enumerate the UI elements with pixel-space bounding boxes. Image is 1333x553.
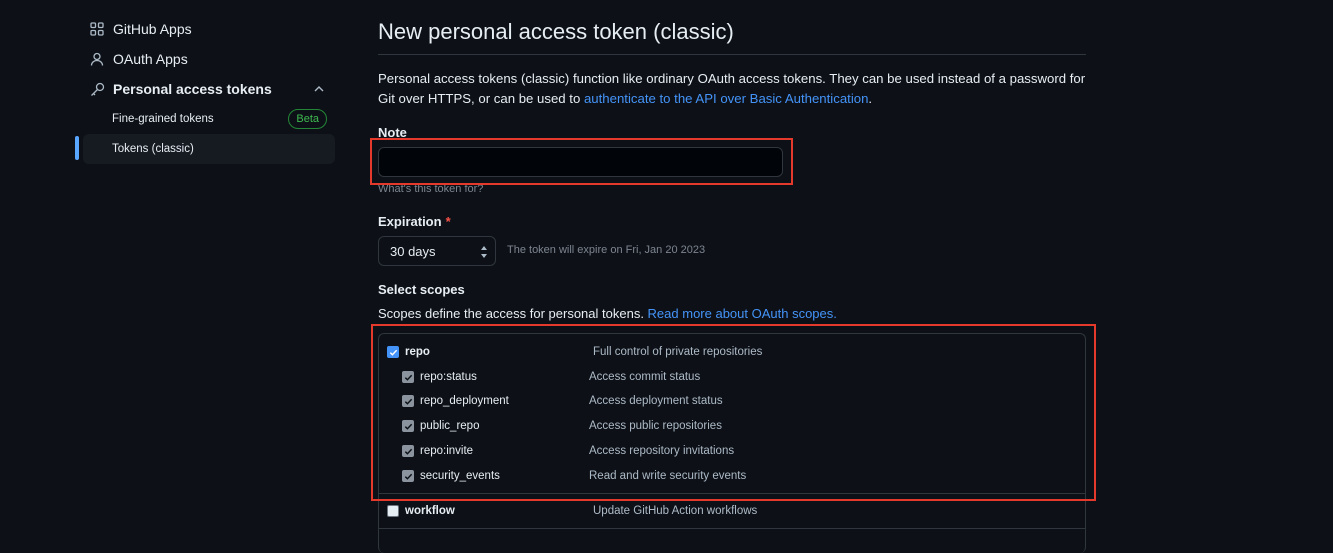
sidebar-item-oauth-apps[interactable]: OAuth Apps: [75, 44, 335, 74]
key-icon: [89, 81, 105, 97]
required-mark: *: [445, 214, 451, 229]
beta-badge: Beta: [288, 109, 327, 129]
sidebar-subitem-label: Fine-grained tokens: [112, 113, 214, 125]
scope-checkbox-workflow[interactable]: [387, 505, 399, 517]
title-divider: [378, 54, 1086, 55]
scopes-highlight-box: [371, 324, 1096, 501]
sidebar-item-label: Personal access tokens: [113, 81, 272, 97]
sidebar-item-personal-access-tokens[interactable]: Personal access tokens: [75, 74, 335, 104]
scope-description: Update GitHub Action workflows: [593, 505, 758, 517]
scopes-label: Select scopes: [378, 282, 465, 297]
expiration-label: Expiration *: [378, 214, 451, 229]
expiration-note: The token will expire on Fri, Jan 20 202…: [507, 244, 706, 256]
person-icon: [89, 51, 105, 67]
sidebar-item-label: GitHub Apps: [113, 21, 192, 37]
scope-name: workflow: [405, 505, 455, 517]
select-arrows-icon: [481, 246, 487, 258]
sidebar-subitem-tokens-classic[interactable]: Tokens (classic): [75, 134, 335, 164]
oauth-scopes-link[interactable]: Read more about OAuth scopes.: [648, 306, 837, 321]
active-indicator: [75, 136, 79, 160]
settings-sidebar: GitHub Apps OAuth Apps Personal access t…: [75, 14, 335, 164]
expiration-selected-value: 30 days: [390, 243, 436, 259]
sidebar-item-github-apps[interactable]: GitHub Apps: [75, 14, 335, 44]
note-highlight-box: [370, 138, 793, 185]
scopes-description-text: Scopes define the access for personal to…: [378, 306, 648, 321]
page-description: Personal access tokens (classic) functio…: [378, 69, 1086, 109]
expiration-label-text: Expiration: [378, 214, 442, 229]
scopes-description: Scopes define the access for personal to…: [378, 306, 837, 321]
chevron-up-icon[interactable]: [313, 83, 325, 95]
scope-divider: [379, 528, 1085, 529]
basic-auth-link[interactable]: authenticate to the API over Basic Authe…: [584, 91, 868, 106]
page-title: New personal access token (classic): [378, 19, 734, 44]
sidebar-item-label: OAuth Apps: [113, 51, 188, 67]
description-suffix: .: [868, 91, 873, 106]
sidebar-subitem-label: Tokens (classic): [112, 143, 194, 155]
expiration-select[interactable]: 30 days: [378, 236, 496, 266]
apps-grid-icon: [89, 21, 105, 37]
scope-row-workflow: workflow Update GitHub Action workflows: [379, 499, 1085, 523]
sidebar-subitem-fine-grained-tokens[interactable]: Fine-grained tokens Beta: [75, 104, 335, 134]
